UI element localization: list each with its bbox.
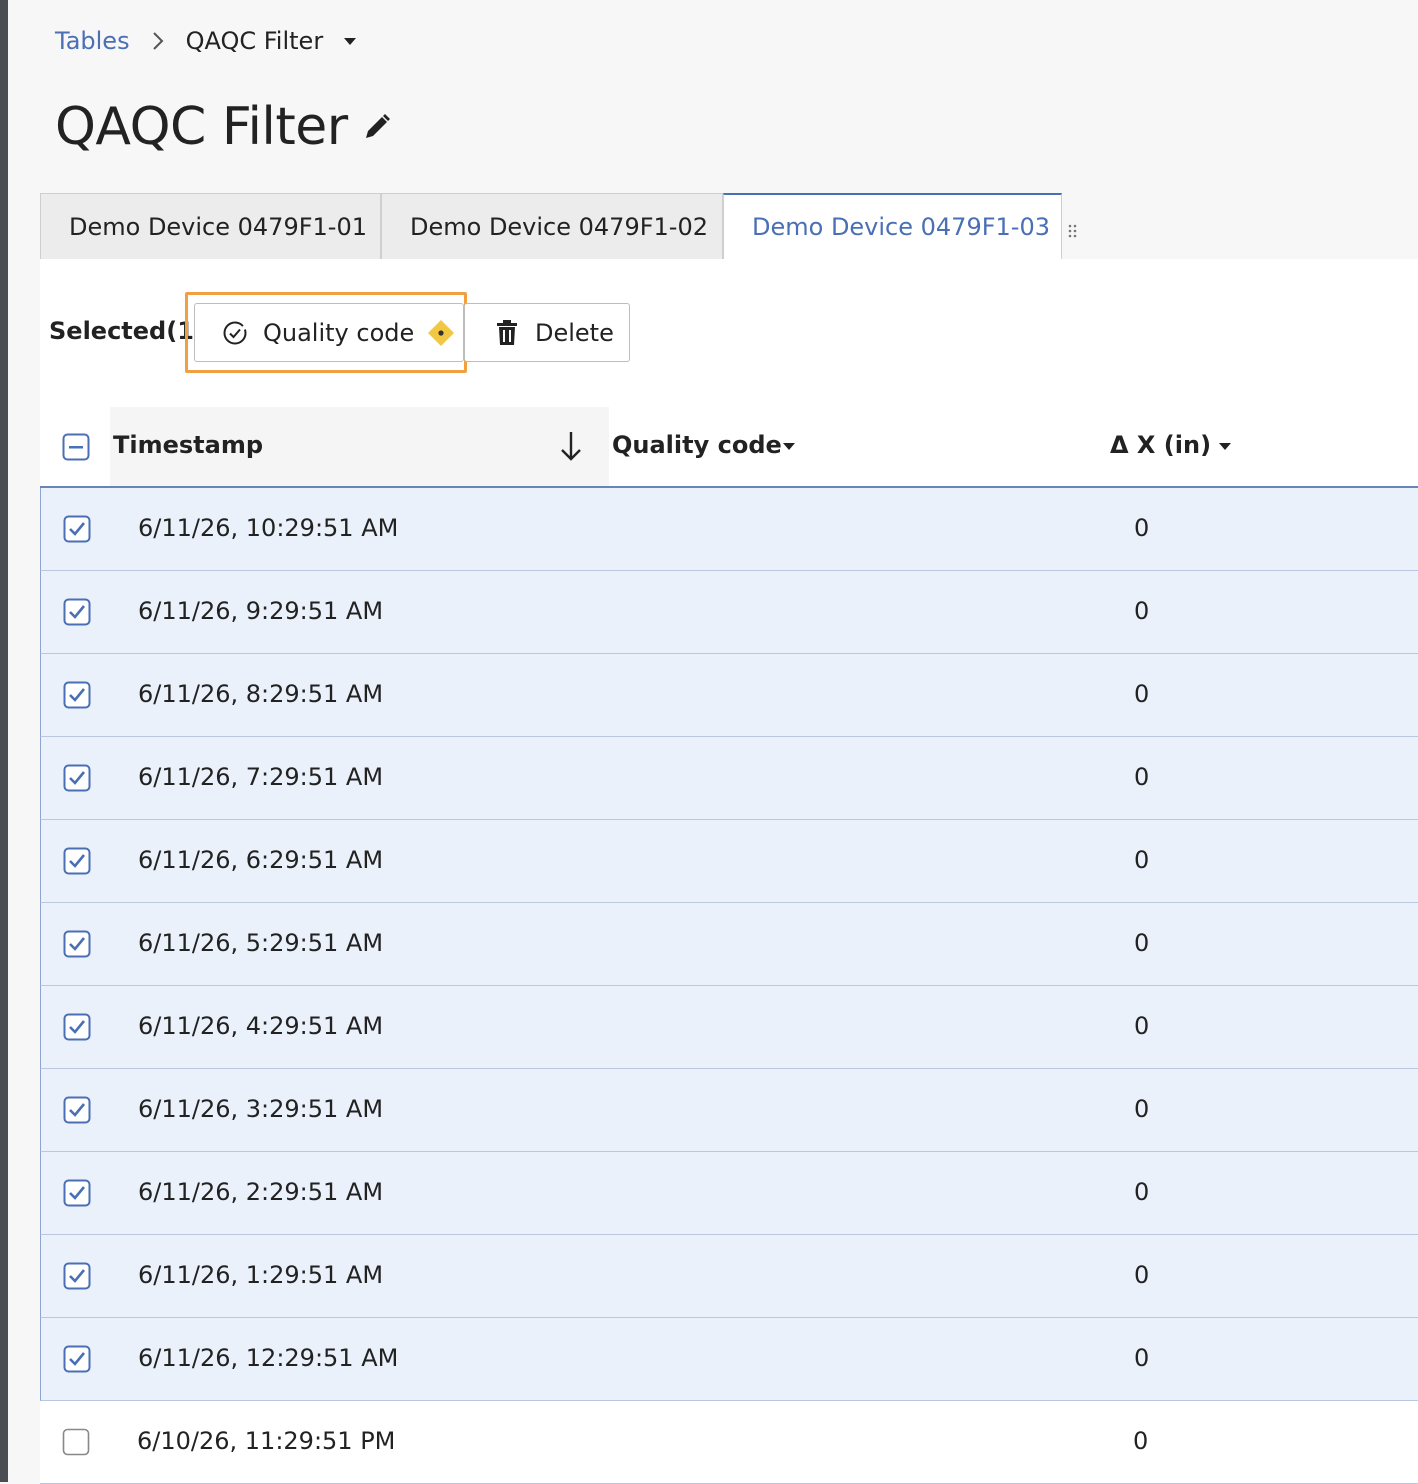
window-edge [0, 0, 8, 1482]
row-checkbox[interactable] [63, 515, 91, 543]
table-row[interactable]: 6/11/26, 12:29:51 AM 0 [40, 1318, 1418, 1401]
cell-delta-x: 0 [1134, 1095, 1150, 1123]
page-title-row: QAQC Filter [55, 92, 392, 162]
row-checkbox[interactable] [63, 598, 91, 626]
cell-timestamp: 6/11/26, 10:29:51 AM [138, 514, 399, 542]
chevron-right-icon [152, 26, 166, 56]
table-row[interactable]: 6/11/26, 1:29:51 AM 0 [40, 1235, 1418, 1318]
cell-timestamp: 6/11/26, 7:29:51 AM [138, 763, 384, 791]
cell-delta-x: 0 [1134, 1344, 1150, 1372]
row-checkbox[interactable] [63, 1179, 91, 1207]
pencil-icon[interactable] [362, 110, 392, 144]
table-row[interactable]: 6/11/26, 6:29:51 AM 0 [40, 820, 1418, 903]
diamond-icon [426, 318, 456, 348]
tab-device-03[interactable]: Demo Device 0479F1-03 [723, 193, 1077, 259]
cell-delta-x: 0 [1134, 680, 1150, 708]
table-row[interactable]: 6/11/26, 9:29:51 AM 0 [40, 571, 1418, 654]
table-row[interactable]: 6/11/26, 8:29:51 AM 0 [40, 654, 1418, 737]
device-tabs: Demo Device 0479F1-01 Demo Device 0479F1… [40, 193, 1077, 259]
table-row[interactable]: 6/11/26, 3:29:51 AM 0 [40, 1069, 1418, 1152]
cell-delta-x: 0 [1134, 1178, 1150, 1206]
table-row[interactable]: 6/11/26, 2:29:51 AM 0 [40, 1152, 1418, 1235]
delete-button-label: Delete [535, 318, 614, 347]
row-checkbox[interactable] [63, 1096, 91, 1124]
row-checkbox[interactable] [63, 930, 91, 958]
selection-toolbar: Selected(11) Quality code Delete [40, 289, 740, 375]
tab-label: Demo Device 0479F1-01 [69, 212, 367, 241]
row-checkbox[interactable] [62, 1428, 90, 1456]
tab-label: Demo Device 0479F1-03 [752, 213, 1050, 241]
page-title: QAQC Filter [55, 97, 348, 157]
column-header-quality-code[interactable]: Quality code [612, 431, 782, 459]
select-all-checkbox[interactable] [62, 433, 90, 461]
cell-timestamp: 6/11/26, 12:29:51 AM [138, 1344, 399, 1372]
cell-delta-x: 0 [1133, 1427, 1149, 1455]
cell-timestamp: 6/11/26, 3:29:51 AM [138, 1095, 384, 1123]
quality-code-button[interactable]: Quality code [194, 303, 464, 362]
table-row[interactable]: 6/11/26, 4:29:51 AM 0 [40, 986, 1418, 1069]
table-row[interactable]: 6/10/26, 11:29:51 PM 0 [40, 1401, 1418, 1484]
cell-timestamp: 6/11/26, 8:29:51 AM [138, 680, 384, 708]
cell-timestamp: 6/11/26, 6:29:51 AM [138, 846, 384, 874]
table-header: Timestamp Quality code Δ X (in) [40, 407, 1418, 488]
row-checkbox[interactable] [63, 1345, 91, 1373]
page: Tables QAQC Filter QAQC Filter Demo Devi… [8, 0, 1418, 1484]
cell-delta-x: 0 [1134, 514, 1150, 542]
drag-handle-icon[interactable] [1068, 224, 1078, 238]
row-checkbox[interactable] [63, 764, 91, 792]
cell-timestamp: 6/11/26, 4:29:51 AM [138, 1012, 384, 1040]
breadcrumb-current: QAQC Filter [185, 27, 324, 55]
caret-down-icon[interactable] [343, 26, 357, 56]
cell-timestamp: 6/11/26, 9:29:51 AM [138, 597, 384, 625]
table-row[interactable]: 6/11/26, 10:29:51 AM 0 [40, 488, 1418, 571]
cell-delta-x: 0 [1134, 929, 1150, 957]
caret-down-icon[interactable] [782, 437, 796, 457]
table-body: 6/11/26, 10:29:51 AM 0 6/11/26, 9:29:51 … [40, 488, 1418, 1484]
column-header-delta-x[interactable]: Δ X (in) [1110, 431, 1211, 459]
cell-timestamp: 6/10/26, 11:29:51 PM [137, 1427, 396, 1455]
column-header-timestamp[interactable]: Timestamp [113, 431, 263, 459]
trash-icon [493, 319, 521, 347]
table-row[interactable]: 6/11/26, 5:29:51 AM 0 [40, 903, 1418, 986]
caret-down-icon[interactable] [1218, 437, 1232, 457]
cell-delta-x: 0 [1134, 1012, 1150, 1040]
row-checkbox[interactable] [63, 1013, 91, 1041]
cell-delta-x: 0 [1134, 763, 1150, 791]
cell-delta-x: 0 [1134, 597, 1150, 625]
cell-timestamp: 6/11/26, 2:29:51 AM [138, 1178, 384, 1206]
table-panel: Selected(11) Quality code Delete Timesta… [40, 259, 1418, 1484]
row-checkbox[interactable] [63, 681, 91, 709]
table-row[interactable]: 6/11/26, 7:29:51 AM 0 [40, 737, 1418, 820]
breadcrumb: Tables QAQC Filter [55, 26, 357, 56]
check-circle-icon [221, 319, 249, 347]
cell-timestamp: 6/11/26, 1:29:51 AM [138, 1261, 384, 1289]
arrow-down-icon[interactable] [558, 429, 584, 463]
tab-device-01[interactable]: Demo Device 0479F1-01 [40, 193, 394, 259]
breadcrumb-tables-link[interactable]: Tables [55, 27, 130, 55]
cell-delta-x: 0 [1134, 1261, 1150, 1289]
row-checkbox[interactable] [63, 1262, 91, 1290]
quality-code-button-label: Quality code [263, 318, 415, 347]
tab-device-02[interactable]: Demo Device 0479F1-02 [381, 193, 735, 259]
tab-label: Demo Device 0479F1-02 [410, 212, 708, 241]
delete-button[interactable]: Delete [464, 303, 630, 362]
row-checkbox[interactable] [63, 847, 91, 875]
cell-timestamp: 6/11/26, 5:29:51 AM [138, 929, 384, 957]
cell-delta-x: 0 [1134, 846, 1150, 874]
